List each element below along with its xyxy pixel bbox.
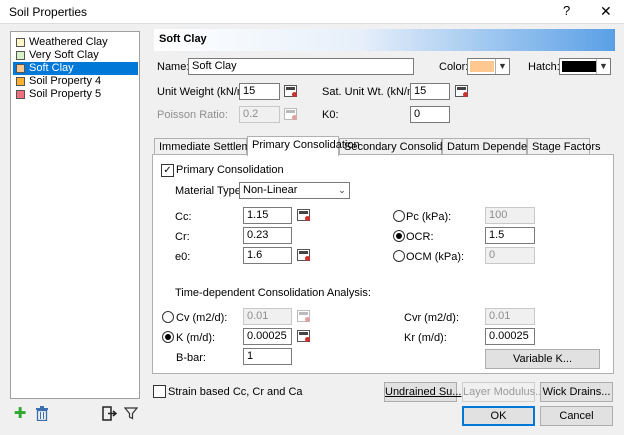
- ocm-radio[interactable]: [393, 250, 405, 262]
- color-label: Color:: [439, 61, 469, 73]
- material-type-value: Non-Linear: [243, 184, 298, 196]
- material-header: Soft Clay: [154, 29, 615, 51]
- export-icon[interactable]: [101, 406, 117, 425]
- calculator-icon[interactable]: [284, 85, 297, 97]
- soil-list-item[interactable]: Very Soft Clay: [13, 49, 138, 62]
- k0-field[interactable]: 0: [410, 106, 450, 123]
- ocr-radio[interactable]: [393, 230, 405, 242]
- tab-immediate-settlement[interactable]: Immediate Settlement: [154, 138, 266, 155]
- calculator-icon: [297, 310, 310, 322]
- calculator-icon[interactable]: [455, 85, 468, 97]
- pc-label: Pc (kPa):: [406, 211, 452, 223]
- tab-primary-consolidation[interactable]: Primary Consolidation: [247, 136, 360, 156]
- calculator-icon[interactable]: [297, 330, 310, 342]
- k-label: K (m/d):: [176, 332, 216, 344]
- time-dependent-label: Time-dependent Consolidation Analysis:: [175, 287, 371, 299]
- k-radio[interactable]: [162, 331, 174, 343]
- calculator-icon[interactable]: [297, 249, 310, 261]
- cc-field[interactable]: 1.15: [243, 207, 292, 224]
- name-label: Name:: [157, 61, 190, 73]
- poisson-ratio-field: 0.2: [239, 106, 280, 123]
- calculator-icon[interactable]: [297, 209, 310, 221]
- unit-weight-field[interactable]: 15: [239, 83, 280, 100]
- k-field[interactable]: 0.00025: [243, 328, 292, 345]
- undrained-su-button[interactable]: Undrained Su...: [384, 382, 461, 402]
- bbar-field[interactable]: 1: [243, 348, 292, 365]
- soil-list-label: Soil Property 5: [29, 88, 102, 100]
- cv-label: Cv (m2/d):: [176, 312, 228, 324]
- wick-drains-button[interactable]: Wick Drains...: [540, 382, 613, 402]
- soil-color-swatch: [16, 64, 25, 73]
- soil-list-label: Very Soft Clay: [29, 49, 99, 61]
- strain-based-checkbox[interactable]: [153, 385, 166, 398]
- cv-field: 0.01: [243, 308, 292, 325]
- soil-color-swatch: [16, 51, 25, 60]
- bbar-label: B-bar:: [176, 352, 206, 364]
- ocm-field: 0: [485, 247, 535, 264]
- cc-label: Cc:: [175, 211, 192, 223]
- strain-based-label: Strain based Cc, Cr and Ca: [168, 386, 303, 398]
- hatch-swatch: [562, 61, 596, 72]
- help-button[interactable]: ?: [563, 3, 570, 18]
- material-type-label: Material Type:: [175, 185, 244, 197]
- sat-unit-weight-field[interactable]: 15: [410, 83, 450, 100]
- kr-field[interactable]: 0.00025: [485, 328, 535, 345]
- ocm-label: OCM (kPa):: [406, 251, 465, 263]
- poisson-ratio-label: Poisson Ratio:: [157, 109, 228, 121]
- color-picker[interactable]: ▼: [467, 58, 510, 75]
- title-bar: Soil Properties ? ✕: [0, 0, 624, 24]
- cvr-field: 0.01: [485, 308, 535, 325]
- soil-color-swatch: [16, 38, 25, 47]
- soil-list-item[interactable]: Soil Property 4: [13, 75, 138, 88]
- soil-color-swatch: [16, 77, 25, 86]
- soil-list-item[interactable]: Weathered Clay: [13, 36, 138, 49]
- soil-color-swatch: [16, 90, 25, 99]
- pc-radio[interactable]: [393, 210, 405, 222]
- e0-field[interactable]: 1.6: [243, 247, 292, 264]
- soil-list-label: Soil Property 4: [29, 75, 102, 87]
- soil-list[interactable]: Weathered Clay Very Soft Clay Soft Clay …: [10, 31, 140, 399]
- soil-list-item[interactable]: Soil Property 5: [13, 88, 138, 101]
- cv-radio[interactable]: [162, 311, 174, 323]
- ocr-field[interactable]: 1.5: [485, 227, 535, 244]
- chevron-down-icon: ▼: [495, 59, 509, 74]
- ok-button[interactable]: OK: [462, 406, 535, 426]
- calculator-icon: [284, 108, 297, 120]
- primary-consolidation-label: Primary Consolidation: [176, 164, 284, 176]
- hatch-label: Hatch:: [528, 61, 560, 73]
- add-icon[interactable]: ✚: [12, 406, 28, 422]
- window-title: Soil Properties: [9, 5, 88, 19]
- variable-k-button[interactable]: Variable K...: [485, 349, 600, 369]
- cancel-button[interactable]: Cancel: [540, 406, 613, 426]
- cr-field[interactable]: 0.23: [243, 227, 292, 244]
- pc-field: 100: [485, 207, 535, 224]
- tab-datum-dependency[interactable]: Datum Dependency: [442, 138, 544, 155]
- undrained-su-label: Undrained Su...: [385, 386, 462, 398]
- cr-label: Cr:: [175, 231, 190, 243]
- material-type-select[interactable]: Non-Linear ⌄: [239, 182, 350, 199]
- chevron-down-icon: ⌄: [338, 185, 346, 195]
- chevron-down-icon: ▼: [596, 59, 610, 74]
- k0-label: K0:: [322, 109, 339, 121]
- soil-list-label: Soft Clay: [29, 62, 74, 74]
- kr-label: Kr (m/d):: [404, 332, 447, 344]
- e0-label: e0:: [175, 251, 191, 263]
- primary-consolidation-checkbox[interactable]: ✓: [161, 164, 174, 177]
- soil-list-item-selected[interactable]: Soft Clay: [13, 62, 138, 75]
- ocr-label: OCR:: [406, 231, 434, 243]
- cvr-label: Cvr (m2/d):: [404, 312, 459, 324]
- hatch-picker[interactable]: ▼: [559, 58, 611, 75]
- material-title: Soft Clay: [159, 33, 207, 45]
- close-button[interactable]: ✕: [600, 3, 612, 20]
- name-field[interactable]: Soft Clay: [188, 58, 414, 75]
- tab-stage-factors[interactable]: Stage Factors: [527, 138, 600, 155]
- layer-modulus-button: Layer Modulus...: [462, 382, 544, 402]
- delete-icon[interactable]: [34, 406, 50, 425]
- filter-icon[interactable]: [123, 406, 139, 424]
- wick-drains-label: Wick Drains...: [542, 386, 611, 398]
- soil-list-label: Weathered Clay: [29, 36, 108, 48]
- color-swatch: [470, 61, 494, 72]
